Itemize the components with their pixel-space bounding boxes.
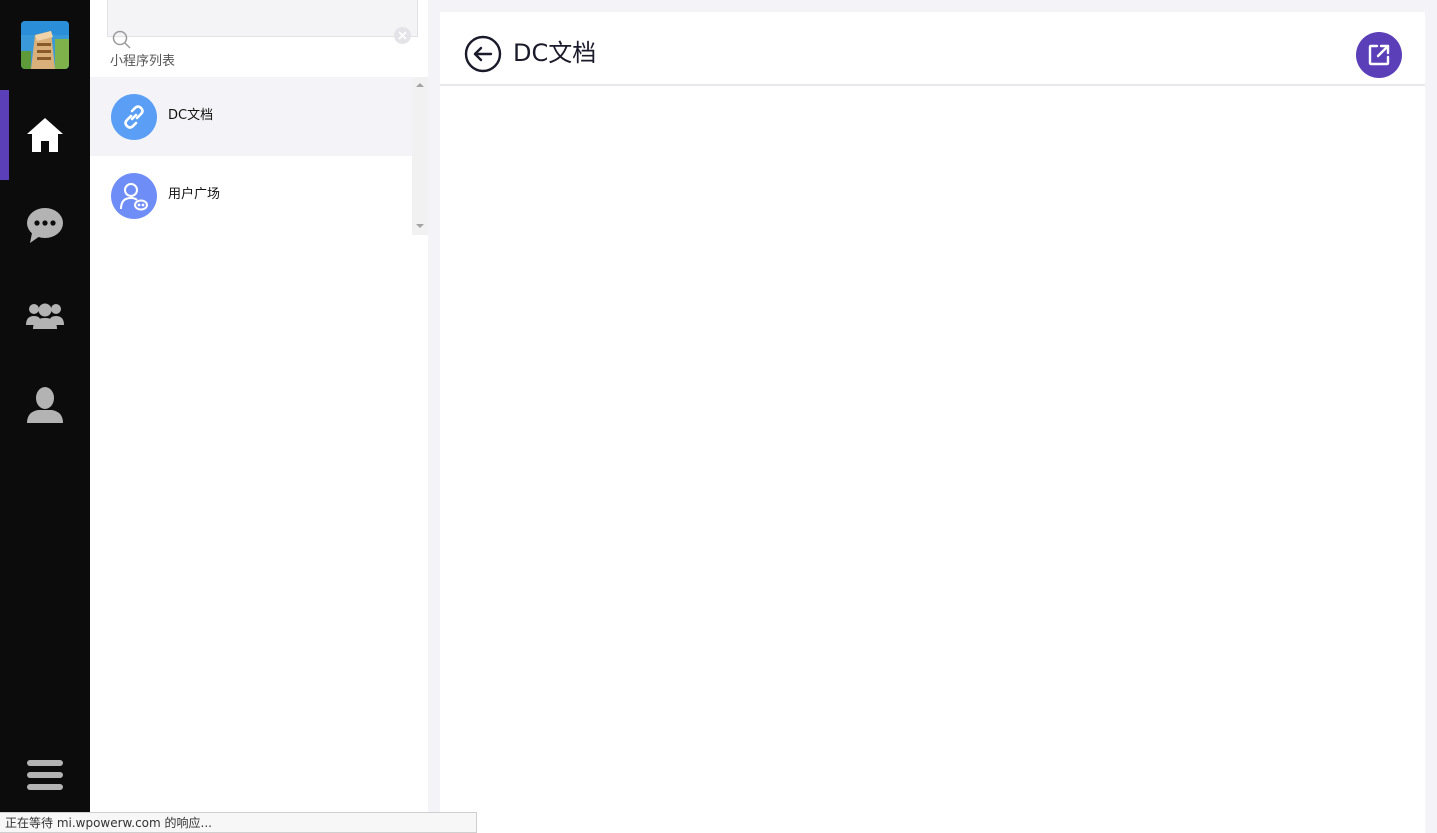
browser-status-bar: 正在等待 mi.wpowerw.com 的响应...	[0, 812, 477, 833]
clear-icon[interactable]	[394, 27, 411, 44]
person-icon	[27, 387, 63, 423]
back-button[interactable]	[464, 35, 502, 73]
scroll-up-arrow-icon[interactable]	[416, 83, 424, 87]
list-scrollbar[interactable]	[412, 77, 428, 235]
content-card: DC文档	[440, 12, 1425, 833]
list-item-label: DC文档	[168, 108, 214, 123]
search-input[interactable]	[138, 6, 392, 32]
user-plaza-icon	[111, 173, 157, 219]
search-icon[interactable]	[112, 30, 132, 54]
group-icon	[26, 303, 64, 329]
list-item-label: 用户广场	[168, 187, 221, 202]
external-link-icon	[1368, 44, 1390, 66]
menu-button[interactable]	[0, 730, 90, 820]
link-icon	[111, 94, 157, 140]
search-box[interactable]	[107, 0, 418, 37]
content-header: DC文档	[440, 12, 1425, 86]
back-arrow-icon	[464, 35, 502, 73]
list-item-user-plaza[interactable]: 用户广场	[90, 156, 412, 235]
open-external-button[interactable]	[1356, 32, 1402, 78]
nav-home[interactable]	[0, 90, 90, 180]
nav-rail	[0, 0, 90, 833]
mini-program-panel: 小程序列表 DC文档 用户广场	[90, 0, 428, 833]
nav-profile[interactable]	[0, 360, 90, 450]
nav-contacts[interactable]	[0, 270, 90, 360]
mini-program-list: DC文档 用户广场	[90, 77, 412, 235]
chat-bubble-icon	[27, 208, 63, 243]
section-label: 小程序列表	[110, 54, 176, 69]
nav-messages[interactable]	[0, 180, 90, 270]
home-icon	[27, 118, 63, 152]
scroll-down-arrow-icon[interactable]	[416, 224, 424, 228]
list-item-dc-docs[interactable]: DC文档	[90, 77, 412, 156]
user-avatar[interactable]	[21, 21, 69, 69]
page-title: DC文档	[513, 39, 597, 67]
hamburger-icon	[27, 760, 63, 790]
